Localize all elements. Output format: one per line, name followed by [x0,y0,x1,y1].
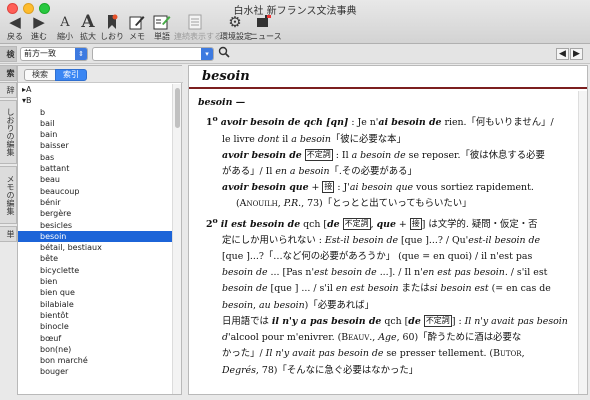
news-icon [250,14,278,31]
wordbook-icon [150,14,174,31]
chevron-updown-icon: ⇕ [75,48,87,60]
right-arrow-icon: ▶ [573,49,580,59]
list-item[interactable]: bientôt [18,310,181,321]
sense-2-line-3: [que ]...?「…など何の必要があろうか」 (que = en quoi)… [222,251,533,263]
entry-headword: besoin [189,66,587,89]
dropdown-arrow-icon: ▾ [201,48,213,60]
sidetab-wordbook[interactable]: 単 [0,226,17,242]
list-item[interactable]: bon marché [18,355,181,366]
search-mode-select[interactable]: 前方一致 ⇕ [20,47,88,61]
group-a[interactable]: ▸A [18,84,181,95]
index-panel: 検索 索引 ▸A ▾B b bail bain baisser bas battant be… [17,65,183,395]
continuous-display-icon [174,14,218,31]
sense-2-line-6: besoin, au besoin)「必要あれば」 [222,299,374,311]
entry-pane: besoin besoin — 1o avoir besoin de qch [… [188,65,588,395]
list-item[interactable]: bétail, bestiaux [18,242,181,253]
sense-1-line-2: le livre dont il a besoin「彼に必要な本」 [222,133,406,145]
sense-2-line-8: d'alcool pour m'enivrer. (Beauv., Age, 6… [222,332,522,344]
list-item[interactable]: binocle [18,321,181,332]
sense-1-line-5: avoir besoin que + 接 : J'ai besoin que v… [222,181,534,194]
sense-2-line-1: 2o il est besoin de qch [de 不定詞, que + 接… [206,215,538,230]
sense-2-line-9: かった」/ Il n'y avait pas besoin de se pres… [222,348,525,360]
sense-2-line-5: besoin de [que ] ... / s'il en est besoi… [222,283,551,295]
app-window: 白水社 新フランス文法事典 ◀ 戻る ▶ 進む A 縮小 A 拡大 しおり メモ… [0,0,590,400]
list-item[interactable]: bail [18,118,181,129]
list-item[interactable]: bénir [18,197,181,208]
list-item[interactable]: bas [18,152,181,163]
left-arrow-icon: ◀ [559,49,566,59]
memo-icon [125,14,149,31]
enlarge-font-button[interactable]: A 拡大 [77,14,99,44]
list-item[interactable]: bête [18,253,181,264]
entry-body: besoin — 1o avoir besoin de qch [qn] : J… [189,89,587,379]
list-item[interactable]: bon(ne) [18,344,181,355]
news-button[interactable]: ニュース [250,14,282,44]
entry-lead: besoin — [198,97,246,108]
entry-scrollbar[interactable] [578,91,587,394]
font-shrink-icon: A [60,15,70,30]
sense-2-line-7: 日用語では il n'y a pas besoin de qch [de 不定詞… [222,314,568,327]
list-item[interactable]: beau [18,174,181,185]
memo-button[interactable]: メモ [125,14,149,44]
sidetab-bookmark-edit[interactable]: しおりの編集 [0,100,17,164]
font-enlarge-icon: A [81,12,95,32]
bookmark-button[interactable]: しおり [100,14,124,44]
bookmark-icon [100,14,124,31]
sidetab-dictionary[interactable]: 辞 [0,82,17,98]
list-item[interactable]: bergère [18,208,181,219]
list-item[interactable]: besoin [18,230,181,243]
forward-button[interactable]: ▶ 進む [28,14,50,44]
search-input[interactable]: ▾ [92,47,214,61]
gear-icon: ⚙ [228,13,242,31]
next-entry-button[interactable]: ▶ [570,48,583,60]
search-icon[interactable] [218,46,232,62]
sense-1-line-4: がある」/ Il en a besoin「.その必要がある」 [222,165,417,177]
sense-2-line-4: besoin de ... [Pas n'est besoin de ...].… [222,267,548,279]
sense-1-line-1: 1o avoir besoin de qch [qn] : Je n'ai be… [206,114,554,129]
sidetab-index[interactable]: 索 [0,65,17,81]
segment-control: 検索 索引 [18,66,183,83]
shrink-font-button[interactable]: A 縮小 [54,14,76,44]
list-item[interactable]: bain [18,129,181,140]
back-arrow-icon: ◀ [9,13,21,31]
sidetab-search[interactable]: 検 [0,46,17,62]
index-scroll-thumb[interactable] [175,88,180,128]
group-b[interactable]: ▾B [18,95,181,106]
tab-index[interactable]: 索引 [55,69,87,81]
title-toolbar: 白水社 新フランス文法事典 ◀ 戻る ▶ 進む A 縮小 A 拡大 しおり メモ… [0,0,590,44]
back-button[interactable]: ◀ 戻る [4,14,26,44]
settings-button[interactable]: ⚙ 環境設定 [220,13,252,44]
list-item[interactable]: bien que [18,287,181,298]
search-bar: 検 前方一致 ⇕ ▾ ◀ ▶ [0,44,590,64]
list-item[interactable]: baisser [18,140,181,151]
tab-search[interactable]: 検索 [24,69,56,81]
sense-1-line-3: avoir besoin de 不定詞 : Il a besoin de se … [222,148,545,161]
list-item[interactable]: beaucoup [18,186,181,197]
prev-entry-button[interactable]: ◀ [556,48,569,60]
list-item[interactable]: bouger [18,366,181,377]
list-item[interactable]: bien [18,276,181,287]
sense-2-line-10: Degrés, 78)「そんなに急ぐ必要はなかった」 [222,364,419,376]
list-item[interactable]: besicles [18,220,181,231]
index-scrollbar[interactable] [172,84,181,394]
sense-1-line-6: (Anouilh, P.R., 73)「とっとと出ていってもらいたい」 [236,198,472,210]
sense-2-line-2: 定にしか用いられない : Est-il besoin de [que ]...?… [222,234,541,246]
list-item[interactable]: bilabiale [18,299,181,310]
list-item[interactable]: bicyclette [18,265,181,276]
sidetab-memo-edit[interactable]: メモの編集 [0,166,17,224]
forward-arrow-icon: ▶ [33,13,45,31]
list-item[interactable]: bœuf [18,333,181,344]
continuous-display-button[interactable]: 連続表示する [174,14,222,44]
list-item[interactable]: battant [18,163,181,174]
index-list: ▸A ▾B b bail bain baisser bas battant beau beau… [18,84,181,394]
wordbook-button[interactable]: 単語 [150,14,174,44]
list-item[interactable]: b [18,107,181,118]
